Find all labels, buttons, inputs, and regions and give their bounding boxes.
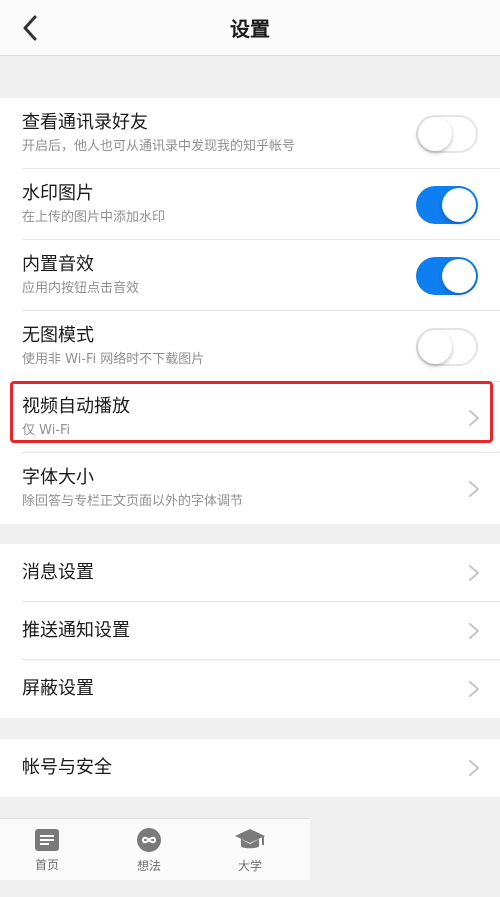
font-size-subtitle: 除回答与专栏正文页面以外的字体调节: [22, 494, 244, 509]
no-image-mode-toggle[interactable]: [416, 327, 478, 366]
watermark-title: 水印图片: [22, 183, 94, 204]
watermark-subtitle: 在上传的图片中添加水印: [22, 210, 166, 225]
bottom-tab-bar: 首页 想法 大学: [0, 818, 310, 880]
account-security-row[interactable]: 帐号与安全: [0, 739, 500, 797]
chevron-right-icon: [469, 565, 479, 581]
toggle-knob: [442, 258, 476, 293]
tab-ideas[interactable]: 想法: [99, 819, 199, 881]
no-image-mode-title: 无图模式: [22, 325, 94, 346]
message-settings-title: 消息设置: [22, 562, 94, 583]
sound-effects-toggle[interactable]: [416, 256, 478, 295]
chevron-right-icon: [469, 623, 479, 639]
sound-effects-row[interactable]: 内置音效 应用内按钮点击音效: [0, 240, 500, 311]
account-security-title: 帐号与安全: [22, 757, 112, 778]
document-icon: [35, 828, 59, 851]
contacts-friends-row[interactable]: 查看通讯录好友 开启后，他人也可从通讯录中发现我的知乎帐号: [0, 98, 500, 169]
no-image-mode-subtitle: 使用非 Wi-Fi 网络时不下载图片: [22, 352, 205, 367]
contacts-friends-title: 查看通讯录好友: [22, 112, 148, 133]
no-image-mode-row[interactable]: 无图模式 使用非 Wi-Fi 网络时不下载图片: [0, 311, 500, 382]
page-title: 设置: [230, 17, 270, 41]
toggle-knob: [418, 116, 452, 151]
tab-home[interactable]: 首页: [0, 819, 97, 881]
account-settings-group: 帐号与安全: [0, 739, 500, 797]
watermark-row[interactable]: 水印图片 在上传的图片中添加水印: [0, 169, 500, 240]
tab-ideas-label: 想法: [136, 858, 161, 873]
sound-effects-title: 内置音效: [22, 254, 94, 275]
tab-home-label: 首页: [34, 857, 59, 872]
general-settings-group: 查看通讯录好友 开启后，他人也可从通讯录中发现我的知乎帐号 水印图片 在上传的图…: [0, 98, 500, 524]
chevron-right-icon: [469, 409, 479, 426]
video-autoplay-value: 仅 Wi-Fi: [22, 423, 71, 438]
video-autoplay-row[interactable]: 视频自动播放 仅 Wi-Fi: [0, 382, 500, 453]
push-settings-row[interactable]: 推送通知设置: [0, 602, 500, 660]
toggle-knob: [418, 329, 452, 364]
chevron-right-icon: [469, 760, 479, 776]
tab-university-label: 大学: [237, 858, 262, 873]
watermark-toggle[interactable]: [416, 185, 478, 224]
block-settings-row[interactable]: 屏蔽设置: [0, 660, 500, 718]
contacts-friends-subtitle: 开启后，他人也可从通讯录中发现我的知乎帐号: [22, 139, 296, 154]
back-button[interactable]: [14, 12, 46, 44]
block-settings-title: 屏蔽设置: [22, 678, 94, 699]
font-size-row[interactable]: 字体大小 除回答与专栏正文页面以外的字体调节: [0, 453, 500, 524]
video-autoplay-title: 视频自动播放: [22, 396, 130, 417]
font-size-title: 字体大小: [22, 467, 94, 488]
navigation-bar: 设置: [0, 0, 500, 56]
toggle-knob: [442, 187, 476, 222]
chevron-right-icon: [469, 681, 479, 697]
push-settings-title: 推送通知设置: [22, 620, 130, 641]
chevron-left-icon: [23, 15, 37, 41]
chevron-right-icon: [469, 480, 479, 497]
graduation-cap-icon: [235, 828, 265, 848]
contacts-friends-toggle[interactable]: [416, 114, 478, 153]
notification-settings-group: 消息设置 推送通知设置 屏蔽设置: [0, 544, 500, 718]
sound-effects-subtitle: 应用内按钮点击音效: [22, 281, 140, 296]
message-settings-row[interactable]: 消息设置: [0, 544, 500, 602]
infinity-icon: [137, 827, 161, 852]
tab-university[interactable]: 大学: [200, 819, 300, 881]
